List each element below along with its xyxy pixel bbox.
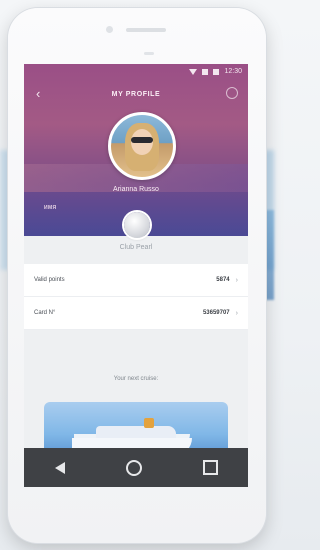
proximity-sensor bbox=[144, 52, 154, 55]
next-cruise-label: Your next cruise: bbox=[113, 376, 159, 382]
earpiece-speaker bbox=[126, 28, 166, 32]
card-number-row[interactable]: Card N° 53659707 › bbox=[24, 297, 248, 330]
nav-home-icon[interactable] bbox=[125, 459, 142, 476]
nav-back-icon[interactable] bbox=[54, 461, 65, 474]
profile-name: Arianna Russo bbox=[113, 186, 159, 193]
valid-points-label: Valid points bbox=[34, 277, 65, 283]
battery-icon bbox=[213, 68, 220, 75]
page-title: MY PROFILE bbox=[111, 91, 161, 98]
android-nav-bar bbox=[24, 448, 248, 487]
hero-small-text: ИМЯ bbox=[44, 205, 57, 211]
avatar-sunglasses bbox=[131, 137, 153, 143]
card-number-value: 53659707 bbox=[202, 310, 230, 316]
status-time: 12:30 bbox=[224, 68, 242, 75]
signal-icon bbox=[202, 68, 209, 75]
ship-decks bbox=[96, 426, 176, 438]
chevron-right-icon: › bbox=[235, 276, 238, 284]
wifi-icon bbox=[189, 68, 198, 75]
chevron-right-icon: › bbox=[235, 309, 238, 317]
ship-funnel bbox=[144, 418, 154, 428]
membership-label: Club Pearl bbox=[119, 244, 153, 251]
status-bar: 12:30 bbox=[189, 68, 242, 75]
details-card: Valid points 5874 › Card N° 53659707 › bbox=[24, 264, 248, 330]
membership-badge bbox=[124, 212, 150, 238]
gear-icon[interactable] bbox=[226, 87, 238, 99]
card-number-label: Card N° bbox=[34, 310, 56, 316]
valid-points-value: 5874 bbox=[216, 277, 230, 283]
valid-points-row[interactable]: Valid points 5874 › bbox=[24, 264, 248, 297]
nav-recent-icon[interactable] bbox=[202, 460, 218, 475]
front-camera bbox=[106, 26, 113, 33]
profile-hero: 12:30 ‹ MY PROFILE Arianna Russo ИМЯ bbox=[24, 64, 248, 236]
app-screen: 12:30 ‹ MY PROFILE Arianna Russo ИМЯ Clu… bbox=[24, 64, 248, 487]
avatar[interactable] bbox=[108, 112, 176, 180]
